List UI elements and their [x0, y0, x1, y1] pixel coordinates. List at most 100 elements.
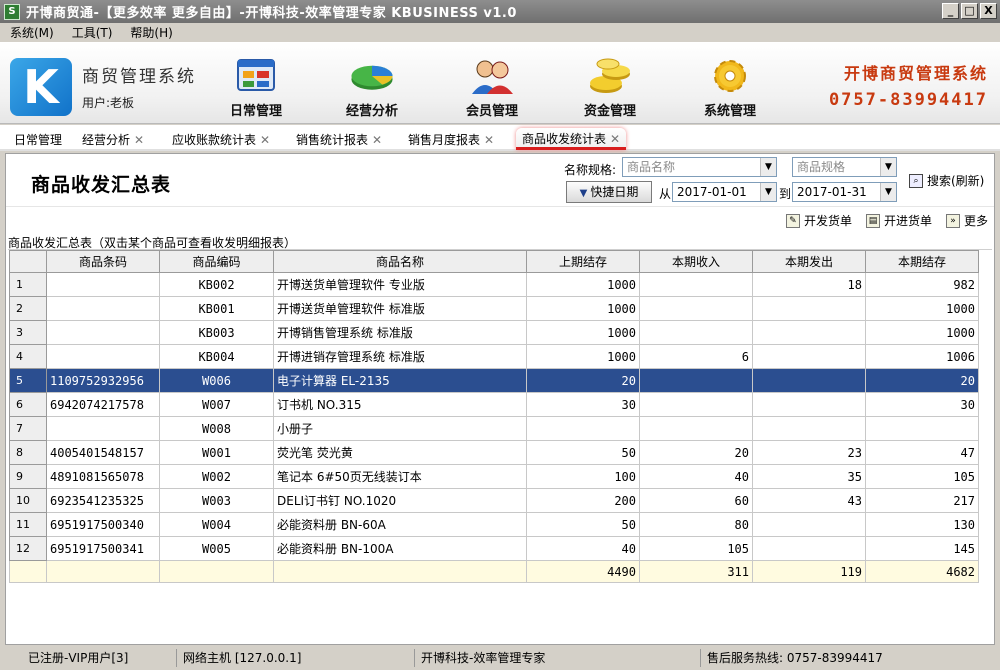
table-row[interactable]: 3 KB003 开博销售管理系统 标准版 1000 1000: [9, 320, 979, 345]
balance-cell: 1006: [865, 344, 979, 369]
nav-system-management[interactable]: 系统管理: [680, 56, 780, 122]
table-row[interactable]: 4 KB004 开博进销存管理系统 标准版 1000 6 1006: [9, 344, 979, 369]
close-button[interactable]: X: [980, 3, 997, 19]
dropdown-arrow-icon[interactable]: ▼: [880, 183, 896, 201]
barcode-cell: 6951917500341: [46, 536, 160, 561]
column-header[interactable]: 商品名称: [273, 250, 527, 273]
table-row[interactable]: 2 KB001 开博送货单管理软件 标准版 1000 1000: [9, 296, 979, 321]
minimize-button[interactable]: _: [942, 3, 959, 19]
menu-help[interactable]: 帮助(H): [130, 24, 172, 41]
menu-system[interactable]: 系统(M): [10, 24, 54, 41]
close-tab-icon[interactable]: ✕: [610, 132, 620, 146]
income-cell: [639, 368, 753, 393]
row-number: 3: [9, 320, 47, 345]
code-cell: KB003: [159, 320, 274, 345]
tab-sales-report[interactable]: 销售统计报表 ✕: [296, 131, 382, 148]
product-name-cell: 开博销售管理系统 标准版: [273, 320, 527, 345]
menu-tools[interactable]: 工具(T): [72, 24, 113, 41]
nav-business-analysis[interactable]: 经营分析: [322, 56, 422, 122]
product-name-cell: 开博送货单管理软件 专业版: [273, 272, 527, 297]
more-button[interactable]: » 更多: [945, 212, 988, 229]
close-tab-icon[interactable]: ✕: [260, 133, 270, 147]
quick-date-button[interactable]: ▼ 快捷日期: [566, 181, 652, 203]
balance-cell: 20: [865, 368, 979, 393]
close-tab-icon[interactable]: ✕: [134, 133, 144, 147]
balance-cell: 1000: [865, 320, 979, 345]
table-row[interactable]: 7 W008 小册子: [9, 416, 979, 441]
action-toolbar: ✎ 开发货单 ▤ 开进货单 » 更多: [785, 212, 988, 229]
balance-cell: [865, 416, 979, 441]
close-tab-icon[interactable]: ✕: [484, 133, 494, 147]
document-icon: ▤: [865, 213, 880, 228]
column-header[interactable]: 本期结存: [865, 250, 979, 273]
balance-cell: 1000: [865, 296, 979, 321]
more-label: 更多: [963, 214, 988, 228]
product-spec-combo[interactable]: 商品规格 ▼: [792, 157, 897, 177]
tab-daily-management[interactable]: 日常管理: [14, 131, 62, 148]
barcode-cell: [46, 272, 160, 297]
issue-cell: [752, 344, 866, 369]
more-icon: »: [945, 213, 960, 228]
table-row[interactable]: 9 4891081565078 W002 笔记本 6#50页无线装订本 100 40 35 1…: [9, 464, 979, 489]
table-row[interactable]: 8 4005401548157 W001 荧光笔 荧光黄 50 20 23 47: [9, 440, 979, 465]
tab-monthly-sales-report[interactable]: 销售月度报表 ✕: [408, 131, 494, 148]
tab-business-analysis[interactable]: 经营分析 ✕: [82, 131, 144, 148]
income-cell: 60: [639, 488, 753, 513]
search-refresh-button[interactable]: ⌕ 搜索(刷新): [909, 172, 984, 189]
tab-label: 销售统计报表: [296, 133, 369, 147]
barcode-cell: [46, 344, 160, 369]
code-cell: W006: [159, 368, 274, 393]
product-name-combo[interactable]: 商品名称 ▼: [622, 157, 777, 177]
from-date-picker[interactable]: 2017-01-01 ▼: [672, 182, 777, 202]
app-header: K 商贸管理系统 用户:老板 日常管理 经营分析 会员管理 资金管理 系统管理 …: [0, 42, 1000, 124]
issue-order-button[interactable]: ✎ 开发货单: [785, 212, 852, 229]
from-label: 从: [659, 187, 672, 201]
income-cell: [639, 416, 753, 441]
column-header[interactable]: 本期发出: [752, 250, 866, 273]
table-row[interactable]: 1 KB002 开博送货单管理软件 专业版 1000 18 982: [9, 272, 979, 297]
close-tab-icon[interactable]: ✕: [372, 133, 382, 147]
name-spec-label: 名称规格:: [564, 163, 617, 177]
total-cell: [9, 560, 47, 583]
code-cell: KB001: [159, 296, 274, 321]
table-row[interactable]: 10 6923541235325 W003 DELI订书钉 NO.1020 200 60 4…: [9, 488, 979, 513]
balance-cell: 130: [865, 512, 979, 537]
dropdown-arrow-icon[interactable]: ▼: [760, 183, 776, 201]
down-triangle-icon: ▼: [579, 188, 588, 199]
prev-balance-cell: 20: [526, 368, 640, 393]
barcode-cell: 4891081565078: [46, 464, 160, 489]
nav-fund-management[interactable]: 资金管理: [560, 56, 660, 122]
from-date-value: 2017-01-01: [677, 185, 747, 199]
dropdown-arrow-icon[interactable]: ▼: [760, 158, 776, 176]
column-header[interactable]: 本期收入: [639, 250, 753, 273]
tab-receivables-report[interactable]: 应收账款统计表 ✕: [172, 131, 270, 148]
grid-caption: 商品收发汇总表（双击某个商品可查看收发明细报表）: [8, 234, 992, 250]
table-row[interactable]: 11 6951917500340 W004 必能资料册 BN-60A 50 80 130: [9, 512, 979, 537]
nav-member-management[interactable]: 会员管理: [442, 56, 542, 122]
total-cell: [159, 560, 274, 583]
table-body: 1 KB002 开博送货单管理软件 专业版 1000 18 982 2 KB001 开博送货单管…: [9, 272, 979, 583]
to-date-picker[interactable]: 2017-01-31 ▼: [792, 182, 897, 202]
table-header-row: 商品条码 商品编码 商品名称 上期结存 本期收入 本期发出 本期结存: [9, 250, 979, 273]
table-row[interactable]: 6 6942074217578 W007 订书机 NO.315 30 30: [9, 392, 979, 417]
divider: [6, 206, 994, 207]
code-cell: W004: [159, 512, 274, 537]
maximize-button[interactable]: □: [961, 3, 978, 19]
tab-label: 应收账款统计表: [172, 133, 257, 147]
prev-balance-cell: 200: [526, 488, 640, 513]
tab-goods-flow-report[interactable]: 商品收发统计表 ✕: [516, 128, 627, 150]
column-header[interactable]: 商品编码: [159, 250, 274, 273]
window-icon: [237, 59, 275, 91]
table-row[interactable]: 5 1109752932956 W006 电子计算器 EL-2135 20 20: [9, 368, 979, 393]
dropdown-arrow-icon[interactable]: ▼: [880, 158, 896, 176]
nav-daily-management[interactable]: 日常管理: [206, 56, 306, 122]
prev-balance-cell: 50: [526, 440, 640, 465]
receive-order-button[interactable]: ▤ 开进货单: [865, 212, 932, 229]
table-row[interactable]: 12 6951917500341 W005 必能资料册 BN-100A 40 105 145: [9, 536, 979, 561]
column-header[interactable]: 上期结存: [526, 250, 640, 273]
window-titlebar[interactable]: S 开博商贸通-【更多效率 更多自由】-开博科技-效率管理专家 KBUSINES…: [0, 0, 1000, 23]
product-name-cell: 必能资料册 BN-60A: [273, 512, 527, 537]
code-cell: W001: [159, 440, 274, 465]
total-cell: [273, 560, 527, 583]
column-header[interactable]: 商品条码: [46, 250, 160, 273]
